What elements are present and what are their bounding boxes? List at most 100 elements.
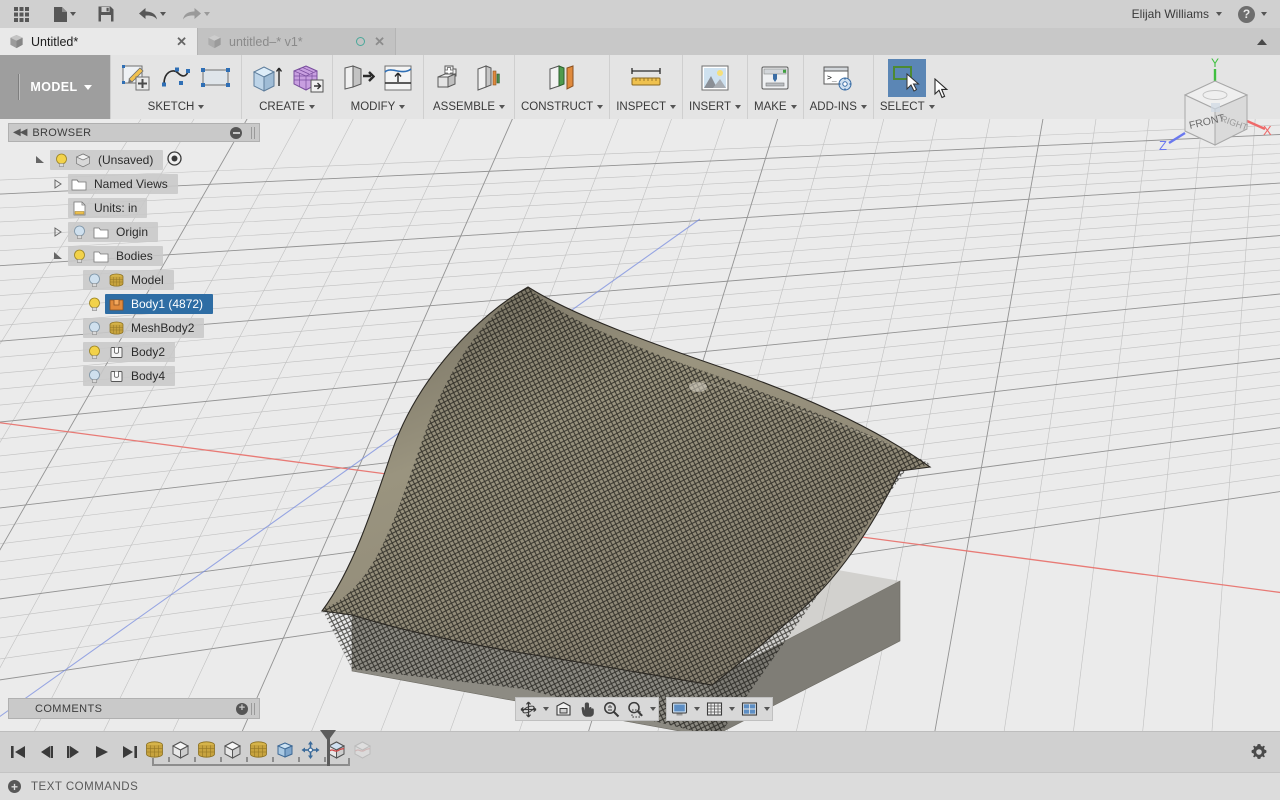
comments-panel-header[interactable]: COMMENTS + xyxy=(8,698,260,719)
jump-to-end-icon[interactable] xyxy=(120,741,140,763)
create-sketch-icon[interactable] xyxy=(117,59,155,97)
close-icon[interactable]: ✕ xyxy=(174,34,189,50)
new-component-icon[interactable] xyxy=(430,59,468,97)
scripts-addins-icon[interactable]: >_ xyxy=(819,59,857,97)
ribbon-group-title[interactable]: INSERT xyxy=(689,97,741,117)
document-tab-untitled[interactable]: Untitled* ✕ xyxy=(0,28,198,55)
app-grid-icon[interactable] xyxy=(8,2,34,26)
ribbon-group-title[interactable]: INSPECT xyxy=(616,97,676,117)
tree-item-named-views[interactable]: Named Views xyxy=(68,174,178,194)
grid-snaps-icon[interactable] xyxy=(702,698,726,720)
view-cube[interactable]: Y X Z FRONT RIGHT xyxy=(1155,55,1275,165)
light-bulb-off-icon[interactable] xyxy=(83,369,105,384)
ribbon-group-title[interactable]: ASSEMBLE xyxy=(433,97,505,117)
timeline-settings-gear-icon[interactable] xyxy=(1248,741,1270,763)
undo-icon[interactable] xyxy=(135,2,169,26)
light-bulb-on-icon[interactable] xyxy=(50,153,72,168)
light-bulb-on-icon[interactable] xyxy=(68,249,90,264)
press-pull-icon[interactable] xyxy=(339,59,377,97)
ribbon-group-title[interactable]: CREATE xyxy=(259,97,315,117)
expander-expanded-icon[interactable] xyxy=(30,155,50,165)
rectangle-icon[interactable] xyxy=(197,59,235,97)
split-face-icon[interactable] xyxy=(379,59,417,97)
tree-item-origin[interactable]: Origin xyxy=(68,222,158,242)
activate-component-icon[interactable] xyxy=(167,151,182,169)
play-icon[interactable] xyxy=(92,741,112,763)
expand-icon[interactable]: + xyxy=(8,780,21,793)
step-back-icon[interactable] xyxy=(36,741,56,763)
joint-icon[interactable] xyxy=(470,59,508,97)
chevron-down-icon[interactable] xyxy=(761,698,772,720)
ribbon-group-title[interactable]: MODIFY xyxy=(351,97,406,117)
minimize-icon[interactable] xyxy=(230,127,242,139)
pan-icon[interactable] xyxy=(575,698,599,720)
tree-row-body2[interactable]: Body2 xyxy=(8,340,268,364)
tree-item-body2[interactable]: Body2 xyxy=(83,342,175,362)
tree-row-origin[interactable]: Origin xyxy=(8,220,268,244)
expander-collapsed-icon[interactable] xyxy=(48,227,68,237)
document-tab-untitled-v1[interactable]: untitled–* v1* ✕ xyxy=(198,28,396,55)
close-icon[interactable]: ✕ xyxy=(372,34,387,50)
light-bulb-off-icon[interactable] xyxy=(83,321,105,336)
ribbon-group-title[interactable]: ADD-INS xyxy=(810,97,867,117)
offset-plane-icon[interactable] xyxy=(543,59,581,97)
collapse-ribbon-button[interactable] xyxy=(1244,28,1280,55)
light-bulb-on-icon[interactable] xyxy=(83,297,105,312)
expander-expanded-icon[interactable] xyxy=(48,251,68,261)
tree-item-body1[interactable]: Body1 (4872) xyxy=(105,294,213,314)
zoom-window-icon[interactable] xyxy=(623,698,647,720)
tree-item-body4[interactable]: Body4 xyxy=(83,366,175,386)
ribbon-group-title[interactable]: MAKE xyxy=(754,97,797,117)
light-bulb-off-icon[interactable] xyxy=(68,225,90,240)
tree-item-meshbody2[interactable]: MeshBody2 xyxy=(83,318,204,338)
add-comment-icon[interactable]: + xyxy=(236,703,248,715)
tree-item-units[interactable]: Units: in xyxy=(68,198,147,218)
create-mesh-icon[interactable] xyxy=(288,59,326,97)
workspace-selector[interactable]: MODEL xyxy=(0,55,110,119)
chevron-down-icon[interactable] xyxy=(647,698,658,720)
user-menu-button[interactable]: Elijah Williams xyxy=(1129,2,1225,26)
panel-resize-grip[interactable] xyxy=(251,127,255,139)
tree-row-model[interactable]: Model xyxy=(8,268,268,292)
ribbon-group-title[interactable]: SKETCH xyxy=(148,97,205,117)
light-bulb-on-icon[interactable] xyxy=(83,345,105,360)
tree-row-units[interactable]: Units: in xyxy=(8,196,268,220)
tree-row-meshbody2[interactable]: MeshBody2 xyxy=(8,316,268,340)
jump-to-beginning-icon[interactable] xyxy=(8,741,28,763)
tree-row-body4[interactable]: Body4 xyxy=(8,364,268,388)
display-settings-icon[interactable] xyxy=(667,698,691,720)
measure-icon[interactable] xyxy=(627,59,665,97)
tree-row-named-views[interactable]: Named Views xyxy=(8,172,268,196)
expander-collapsed-icon[interactable] xyxy=(48,179,68,189)
light-bulb-off-icon[interactable] xyxy=(83,273,105,288)
insert-image-icon[interactable] xyxy=(696,59,734,97)
timeline-playhead-marker[interactable] xyxy=(327,732,330,766)
extrude-icon[interactable] xyxy=(248,59,286,97)
tree-item-bodies[interactable]: Bodies xyxy=(68,246,163,266)
new-file-icon[interactable] xyxy=(50,2,79,26)
collapse-left-icon[interactable]: ◀◀ xyxy=(13,127,26,138)
look-at-icon[interactable] xyxy=(551,698,575,720)
zoom-icon[interactable] xyxy=(599,698,623,720)
chevron-down-icon[interactable] xyxy=(540,698,551,720)
tree-item-model[interactable]: Model xyxy=(83,270,174,290)
text-commands-bar[interactable]: + TEXT COMMANDS xyxy=(0,772,1280,800)
pending-feature-icon[interactable] xyxy=(350,738,374,762)
select-cursor-icon[interactable] xyxy=(888,59,926,97)
orbit-icon[interactable] xyxy=(516,698,540,720)
ribbon-group-title[interactable]: SELECT xyxy=(880,97,935,117)
help-menu-button[interactable]: ? xyxy=(1235,2,1270,26)
redo-icon[interactable] xyxy=(179,2,213,26)
3d-print-icon[interactable] xyxy=(756,59,794,97)
ribbon-group-title[interactable]: CONSTRUCT xyxy=(521,97,603,117)
viewports-icon[interactable] xyxy=(737,698,761,720)
spline-icon[interactable] xyxy=(157,59,195,97)
save-icon[interactable] xyxy=(93,2,119,26)
tree-row-body1[interactable]: Body1 (4872) xyxy=(8,292,268,316)
tree-row-unsaved[interactable]: (Unsaved) xyxy=(8,148,268,172)
step-forward-icon[interactable] xyxy=(64,741,84,763)
panel-resize-grip[interactable] xyxy=(251,703,255,715)
chevron-down-icon[interactable] xyxy=(691,698,702,720)
tree-item-unsaved[interactable]: (Unsaved) xyxy=(50,150,163,170)
chevron-down-icon[interactable] xyxy=(726,698,737,720)
